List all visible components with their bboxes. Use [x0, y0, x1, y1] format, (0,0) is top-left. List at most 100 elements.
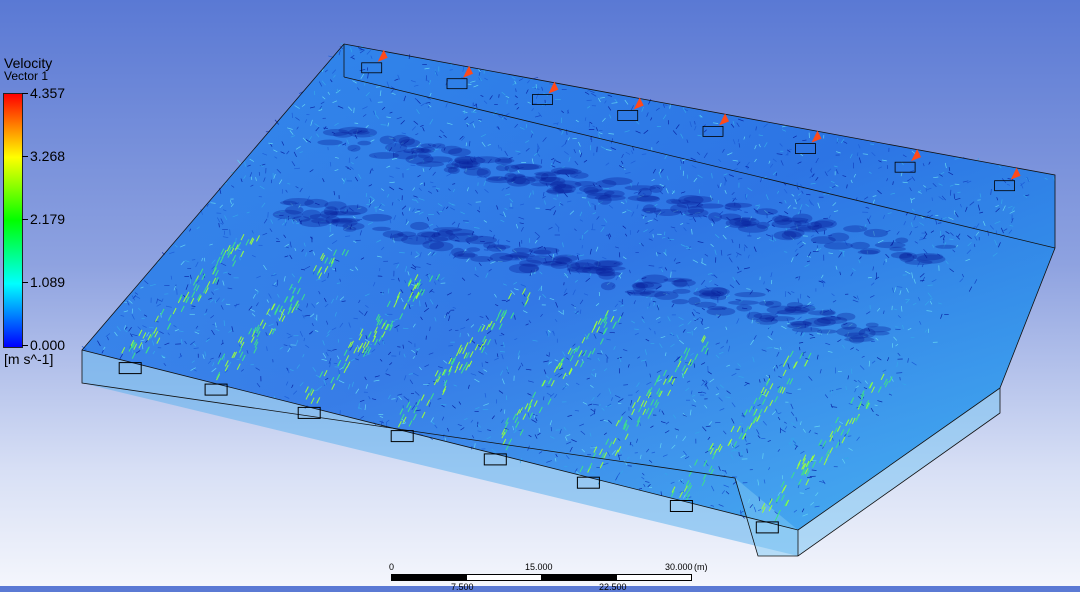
low-velocity-zone: [640, 290, 667, 297]
low-velocity-zone: [782, 231, 797, 239]
low-velocity-zone: [811, 236, 836, 244]
velocity-vector: [634, 329, 639, 330]
low-velocity-zone: [299, 218, 329, 227]
low-velocity-zone: [418, 152, 431, 158]
low-velocity-zone: [841, 322, 857, 330]
velocity-vector: [940, 231, 941, 236]
velocity-vector: [238, 160, 242, 165]
low-velocity-zone: [795, 305, 816, 312]
low-velocity-zone: [323, 129, 349, 136]
velocity-vector: [661, 491, 662, 495]
low-velocity-zone: [493, 245, 510, 249]
legend-value-2: 2.179: [30, 212, 65, 226]
low-velocity-zone: [725, 203, 752, 208]
velocity-vector: [564, 282, 565, 285]
velocity-vector: [466, 143, 467, 147]
low-velocity-zone: [445, 229, 474, 236]
low-velocity-zone: [470, 256, 493, 262]
velocity-vector: [812, 470, 817, 471]
low-velocity-zone: [531, 182, 551, 186]
low-velocity-zone: [410, 222, 429, 230]
low-velocity-zone: [895, 238, 908, 244]
low-velocity-zone: [383, 230, 404, 238]
velocity-vector: [928, 285, 933, 286]
velocity-vector: [359, 403, 360, 409]
low-velocity-zone: [684, 209, 708, 217]
low-velocity-zone: [553, 184, 576, 193]
low-velocity-zone: [720, 214, 741, 221]
velocity-vector: [551, 163, 552, 167]
low-velocity-zone: [302, 210, 321, 219]
legend-color-bar: [3, 93, 23, 348]
velocity-vector: [445, 315, 446, 318]
velocity-vector: [949, 239, 953, 240]
legend-tick: [22, 93, 28, 94]
velocity-vector: [448, 346, 453, 347]
velocity-vector: [230, 229, 231, 235]
low-velocity-zone: [628, 195, 659, 201]
low-velocity-zone: [569, 262, 594, 269]
scale-segment: [391, 574, 467, 581]
low-velocity-zone: [817, 316, 847, 324]
scale-unit: (m): [694, 562, 708, 572]
velocity-vector: [460, 333, 461, 337]
velocity-vector: [739, 452, 740, 456]
velocity-vector: [376, 87, 380, 88]
low-velocity-zone: [736, 305, 752, 312]
legend-tick: [22, 345, 28, 346]
low-velocity-zone: [515, 164, 543, 170]
velocity-vector: [824, 230, 825, 234]
velocity-vector: [619, 252, 620, 257]
low-velocity-zone: [808, 310, 835, 315]
velocity-vector: [482, 363, 483, 367]
scale-label-22-5: 22.500: [599, 582, 627, 592]
low-velocity-zone: [755, 208, 778, 215]
low-velocity-zone: [765, 301, 781, 308]
velocity-vector-plot: [0, 0, 1080, 586]
low-velocity-zone: [348, 145, 361, 152]
scale-segment: [466, 574, 542, 581]
low-velocity-zone: [697, 203, 723, 208]
low-velocity-zone: [917, 255, 946, 264]
low-velocity-zone: [817, 329, 837, 333]
low-velocity-zone: [598, 195, 612, 205]
legend-max-value: 4.357: [30, 86, 65, 100]
velocity-vector: [798, 298, 799, 302]
velocity-vector: [785, 291, 786, 297]
low-velocity-zone: [807, 222, 822, 230]
velocity-vector: [896, 373, 902, 374]
low-velocity-zone: [636, 282, 655, 288]
scale-label-15: 15.000: [525, 562, 553, 572]
low-velocity-zone: [505, 253, 535, 257]
low-velocity-zone: [477, 168, 491, 178]
low-velocity-zone: [465, 236, 497, 244]
low-velocity-zone: [486, 177, 515, 183]
low-velocity-zone: [866, 323, 879, 328]
velocity-vector: [553, 199, 556, 200]
low-velocity-zone: [734, 292, 765, 297]
low-velocity-zone: [864, 229, 888, 237]
velocity-vector: [623, 385, 628, 386]
velocity-vector: [587, 100, 592, 101]
low-velocity-zone: [324, 201, 346, 210]
scale-segment: [541, 574, 617, 581]
velocity-vector: [741, 510, 742, 515]
low-velocity-zone: [369, 152, 399, 159]
low-velocity-zone: [451, 159, 478, 168]
low-velocity-zone: [602, 177, 633, 185]
low-velocity-zone: [843, 225, 867, 232]
velocity-legend: Velocity Vector 1 4.357 3.268 2.179 1.08…: [0, 0, 80, 360]
velocity-vector: [610, 332, 615, 333]
scale-segment: [616, 574, 692, 581]
velocity-vector: [823, 194, 826, 195]
low-velocity-zone: [401, 235, 433, 245]
velocity-vector: [504, 410, 505, 414]
low-velocity-zone: [601, 282, 616, 291]
velocity-vector: [920, 280, 924, 281]
low-velocity-zone: [534, 171, 560, 176]
legend-value-1: 1.089: [30, 275, 65, 289]
scale-label-7-5: 7.500: [451, 582, 474, 592]
low-velocity-zone: [699, 293, 720, 299]
velocity-vector: [759, 497, 760, 501]
low-velocity-zone: [595, 261, 621, 267]
